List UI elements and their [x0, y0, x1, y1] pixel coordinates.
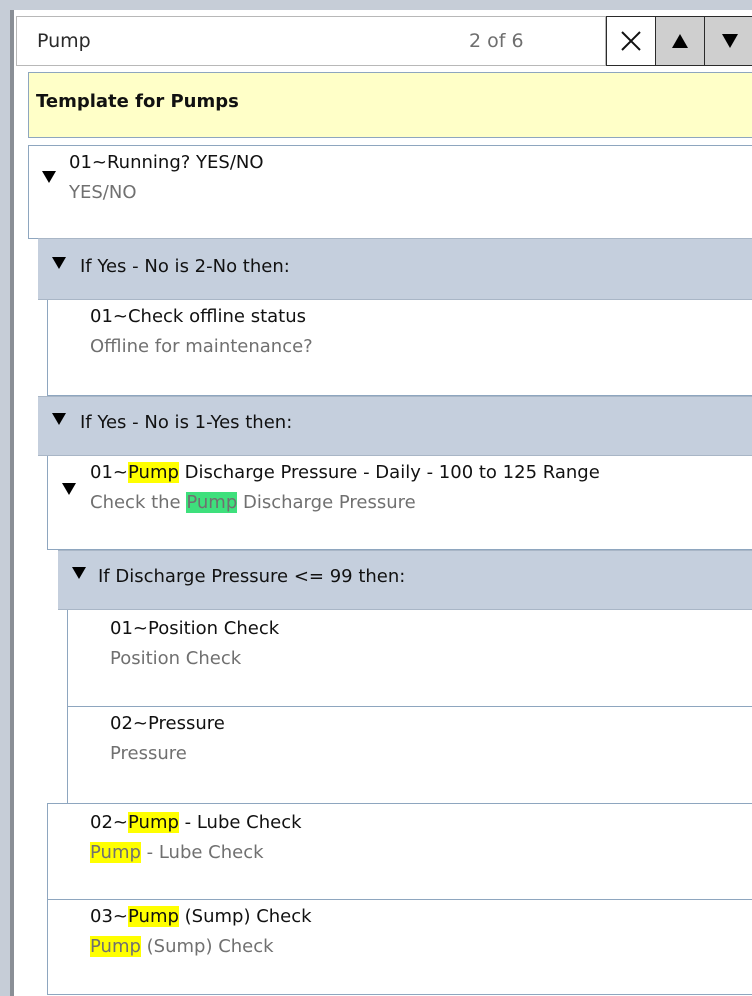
next-match-button[interactable] [704, 16, 752, 66]
condition-label: If Yes - No is 2-No then: [80, 256, 290, 277]
step-subtitle: Pump - Lube Check [90, 842, 264, 863]
step-subtitle: Check the Pump Discharge Pressure [90, 492, 416, 513]
search-input[interactable]: Pump 2 of 6 [16, 16, 606, 66]
step-pump-lube-check[interactable]: 02~Pump - Lube Check Pump - Lube Check [47, 803, 752, 900]
condition-if-discharge-pressure[interactable]: If Discharge Pressure <= 99 then: [58, 550, 752, 610]
step-running[interactable]: 01~Running? YES/NO YES/NO [28, 145, 752, 239]
title-prefix: 02~ [90, 812, 128, 833]
template-title: Template for Pumps [36, 91, 239, 112]
step-subtitle: Pump (Sump) Check [90, 936, 274, 957]
arrow-up-icon [672, 34, 688, 48]
search-input-value: Pump [37, 30, 91, 52]
collapse-arrow-icon[interactable] [62, 483, 76, 495]
subtitle-prefix: Check the [90, 492, 187, 513]
title-prefix: 01~ [90, 462, 128, 483]
template-header: Template for Pumps [28, 72, 752, 138]
condition-if-yes[interactable]: If Yes - No is 1-Yes then: [38, 396, 752, 456]
collapse-arrow-icon[interactable] [42, 171, 56, 183]
search-highlight: Pump [128, 906, 179, 927]
search-highlight: Pump [128, 812, 179, 833]
step-title: 02~Pump - Lube Check [90, 812, 302, 833]
step-pump-discharge-pressure[interactable]: 01~Pump Discharge Pressure - Daily - 100… [47, 456, 752, 550]
title-suffix: - Lube Check [178, 812, 302, 833]
collapse-arrow-icon[interactable] [52, 413, 66, 425]
step-subtitle: Pressure [110, 743, 187, 764]
step-title: 01~Check offline status [90, 306, 307, 327]
step-check-offline[interactable]: 01~Check offline status Offline for main… [47, 300, 752, 396]
panel-border [10, 10, 14, 996]
step-pressure[interactable]: 02~Pressure Pressure [67, 707, 752, 803]
collapse-arrow-icon[interactable] [72, 567, 86, 579]
arrow-down-icon [722, 34, 738, 48]
condition-if-no[interactable]: If Yes - No is 2-No then: [38, 238, 752, 300]
subtitle-suffix: (Sump) Check [140, 936, 274, 957]
step-subtitle: Position Check [110, 648, 242, 669]
step-title: 01~Running? YES/NO [69, 152, 264, 173]
clear-search-button[interactable] [606, 16, 656, 66]
condition-label: If Yes - No is 1-Yes then: [80, 412, 293, 433]
previous-match-button[interactable] [655, 16, 705, 66]
step-title: 01~Position Check [110, 618, 280, 639]
step-title: 01~Pump Discharge Pressure - Daily - 100… [90, 462, 600, 483]
step-position-check[interactable]: 01~Position Check Position Check [67, 610, 752, 707]
title-suffix: (Sump) Check [178, 906, 312, 927]
search-highlight: Pump [90, 936, 141, 957]
title-prefix: 03~ [90, 906, 128, 927]
step-pump-sump-check[interactable]: 03~Pump (Sump) Check Pump (Sump) Check [47, 899, 752, 995]
collapse-arrow-icon[interactable] [52, 257, 66, 269]
search-highlight: Pump [128, 462, 179, 483]
step-title: 03~Pump (Sump) Check [90, 906, 312, 927]
step-subtitle: YES/NO [69, 182, 137, 203]
step-title: 02~Pressure [110, 713, 225, 734]
close-icon [621, 31, 641, 51]
search-highlight: Pump [90, 842, 141, 863]
step-subtitle: Offline for maintenance? [90, 336, 313, 357]
title-suffix: Discharge Pressure - Daily - 100 to 125 … [178, 462, 600, 483]
current-search-highlight: Pump [186, 492, 238, 513]
subtitle-suffix: - Lube Check [140, 842, 264, 863]
search-match-count: 2 of 6 [469, 30, 524, 52]
subtitle-suffix: Discharge Pressure [237, 492, 416, 513]
condition-label: If Discharge Pressure <= 99 then: [98, 566, 406, 587]
